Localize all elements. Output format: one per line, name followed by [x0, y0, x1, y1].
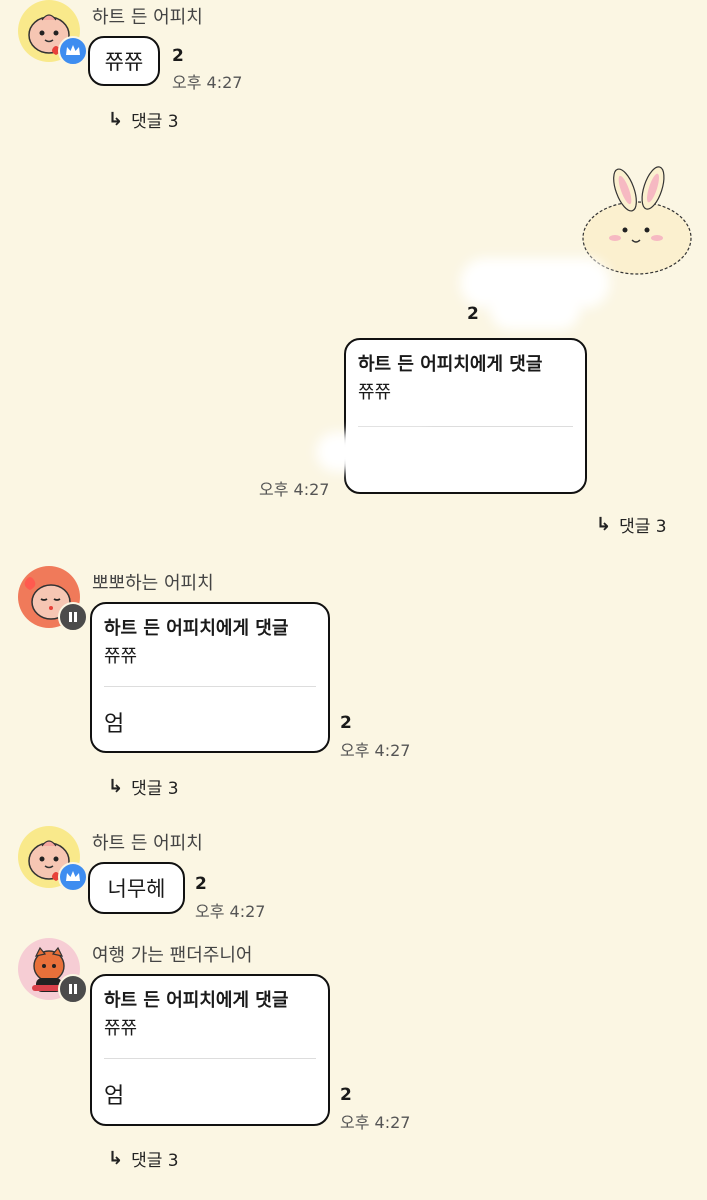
comments-button[interactable]: ↳ 댓글 3 [96, 769, 191, 803]
unread-count: 2 [340, 713, 352, 733]
comments-button[interactable]: ↳ 댓글 3 [96, 102, 191, 136]
unread-count: 2 [172, 46, 184, 66]
avatar[interactable] [18, 566, 88, 632]
sender-name: 하트 든 어피치 [92, 7, 203, 28]
message-text: 쮸쮸 [104, 50, 144, 74]
unread-count: 2 [467, 304, 479, 324]
reply-bubble[interactable]: 하트 든 어피치에게 댓글 쮸쮸 엄 [90, 602, 330, 753]
timestamp: 오후 4:27 [340, 741, 411, 760]
reply-arrow-icon: ↳ [108, 775, 124, 797]
redacted-area [316, 432, 436, 472]
reply-target: 하트 든 어피치에게 댓글 [104, 990, 289, 1011]
message-text: 엄 [104, 712, 125, 737]
comments-button[interactable]: ↳ 댓글 3 [584, 507, 679, 541]
avatar[interactable] [18, 826, 88, 892]
timestamp: 오후 4:27 [340, 1113, 411, 1132]
sender-name: 하트 든 어피치 [92, 833, 203, 854]
reply-quote: 쮸쮸 [104, 646, 138, 667]
comments-label: 댓글 3 [131, 778, 179, 799]
reply-target: 하트 든 어피치에게 댓글 [104, 618, 289, 639]
comments-label: 댓글 3 [619, 516, 667, 537]
reply-arrow-icon: ↳ [108, 108, 124, 130]
avatar[interactable] [18, 938, 88, 1004]
reply-target: 하트 든 어피치에게 댓글 [358, 354, 543, 375]
message-bubble[interactable]: 쮸쮸 [88, 36, 160, 86]
sender-name: 뽀뽀하는 어피치 [92, 573, 214, 594]
reply-quote: 쮸쮸 [358, 382, 392, 403]
divider [104, 1058, 316, 1059]
comments-button[interactable]: ↳ 댓글 3 [96, 1141, 191, 1175]
message-text: 너무헤 [107, 877, 166, 901]
unread-count: 2 [195, 874, 207, 894]
crown-icon [58, 862, 88, 892]
divider [104, 686, 316, 687]
message-bubble[interactable]: 너무헤 [88, 862, 185, 914]
reply-bubble[interactable]: 하트 든 어피치에게 댓글 쮸쮸 [316, 338, 587, 494]
message-text: 엄 [104, 1084, 125, 1109]
pause-icon [58, 602, 88, 632]
reply-arrow-icon: ↳ [108, 1147, 124, 1169]
reply-arrow-icon: ↳ [596, 513, 612, 535]
redacted-area [490, 290, 580, 330]
comments-label: 댓글 3 [131, 1150, 179, 1171]
timestamp: 오후 4:27 [259, 480, 330, 499]
crown-icon [58, 36, 88, 66]
sender-name: 여행 가는 팬더주니어 [92, 945, 253, 966]
comments-label: 댓글 3 [131, 111, 179, 132]
avatar[interactable] [18, 0, 88, 66]
pause-icon [58, 974, 88, 1004]
reply-quote: 쮸쮸 [104, 1018, 138, 1039]
divider [358, 426, 573, 427]
reply-bubble[interactable]: 하트 든 어피치에게 댓글 쮸쮸 엄 [90, 974, 330, 1126]
unread-count: 2 [340, 1085, 352, 1105]
timestamp: 오후 4:27 [172, 73, 243, 92]
timestamp: 오후 4:27 [195, 902, 266, 921]
